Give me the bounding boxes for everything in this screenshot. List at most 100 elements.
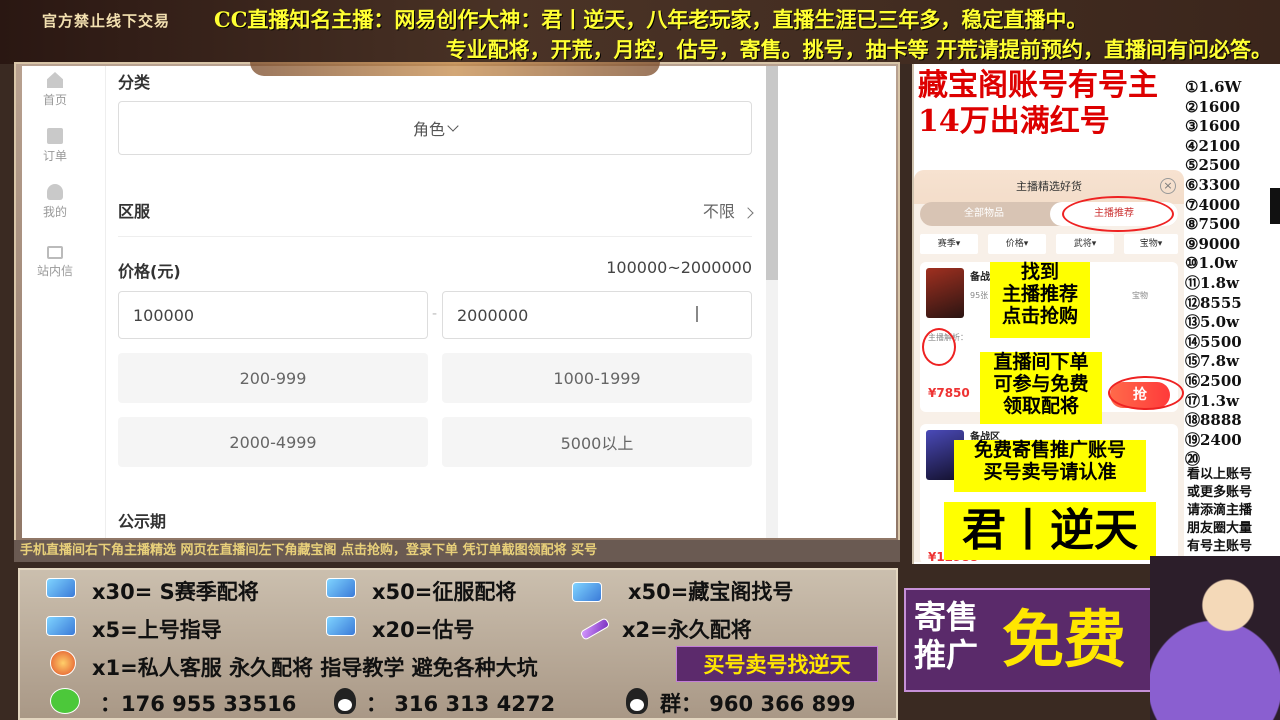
price-item: ⑤2500 bbox=[1185, 156, 1241, 175]
gem-icon bbox=[326, 578, 356, 598]
filter-general[interactable]: 武将▾ bbox=[1056, 234, 1114, 254]
warning-text: 官方禁止线下交易 bbox=[42, 12, 171, 30]
qq-group-icon bbox=[626, 688, 648, 714]
note-line: 看以上账号 bbox=[1187, 467, 1253, 482]
reward-estimate: x20=估号 bbox=[372, 618, 475, 642]
sidebar-item-label: 站内信 bbox=[36, 264, 73, 278]
price-item: ②1600 bbox=[1185, 97, 1241, 116]
sidebar-item-me[interactable]: 我的 bbox=[22, 184, 88, 220]
highlight-ring bbox=[1108, 376, 1184, 410]
server-title: 区服 bbox=[118, 202, 151, 221]
product-sub: 95张 bbox=[970, 291, 989, 300]
price-item: ⑫8555 bbox=[1185, 293, 1242, 312]
reward-s-season: x30= S赛季配将 bbox=[92, 580, 259, 604]
find-pick-overlay: 找到 主播推荐 点击抢购 bbox=[990, 261, 1090, 338]
price-min-input[interactable]: 100000 bbox=[118, 291, 428, 339]
streamer-avatar bbox=[1150, 556, 1280, 720]
filter-price[interactable]: 价格▾ bbox=[988, 234, 1046, 254]
home-icon bbox=[47, 72, 63, 88]
reward-conquer: x50=征服配将 bbox=[372, 580, 517, 604]
price-item: ⑭5500 bbox=[1185, 332, 1242, 351]
banner-line-1: CC直播知名主播：网易创作大神：君丨逆天，八年老玩家，直播生涯已三年多，稳定直播… bbox=[214, 7, 1088, 32]
notice-period-title: 公示期 bbox=[118, 512, 167, 531]
price-item: ⑩1.0w bbox=[1185, 254, 1238, 273]
price-range-display: 100000~2000000 bbox=[606, 258, 752, 277]
qq-number: ： 316 313 4272 bbox=[366, 692, 556, 716]
price-item: ⑨9000 bbox=[1185, 234, 1241, 253]
price-item: ③1600 bbox=[1185, 117, 1241, 136]
category-select[interactable]: 角色 bbox=[118, 101, 752, 155]
bottom-info-panel: x30= S赛季配将 x50=征服配将 x50=藏宝阁找号 x5=上号指导 x2… bbox=[18, 568, 898, 720]
product-extra: 宝物 bbox=[1132, 291, 1148, 300]
server-value: 不限 bbox=[702, 202, 735, 221]
account-price-list: ①1.6W ②1600 ③1600 ④2100 ⑤2500 ⑥3300 ⑦4000 ⑧7500… bbox=[1185, 78, 1280, 470]
highlight-ring bbox=[1062, 196, 1174, 232]
price-item: ⑥3300 bbox=[1185, 175, 1241, 194]
product-title: 备战 bbox=[970, 272, 990, 283]
filter-panel: 分类 角色 区服 不限 价格(元) 100000~2000000 100000 … bbox=[118, 66, 754, 538]
price-item: ⑱8888 bbox=[1185, 411, 1242, 430]
reward-private-service: x1=私人客服 永久配将 指导教学 避免各种大坑 bbox=[92, 656, 538, 680]
sidebar-item-messages[interactable]: 站内信 bbox=[22, 246, 88, 279]
server-select[interactable]: 不限 bbox=[702, 198, 754, 222]
price-item: ④2100 bbox=[1185, 136, 1241, 155]
gem-icon bbox=[326, 616, 356, 636]
price-item: ⑧7500 bbox=[1185, 215, 1241, 234]
text-cursor-icon bbox=[696, 306, 698, 322]
product-price: ¥7850 bbox=[928, 386, 970, 400]
close-icon[interactable]: × bbox=[1160, 178, 1176, 194]
note-line: 有号主账号 bbox=[1187, 539, 1253, 554]
range-dash: - bbox=[432, 306, 438, 322]
reward-login-guide: x5=上号指导 bbox=[92, 618, 222, 642]
banner-line-2: 专业配将，开荒，月控，估号，寄售。挑号，抽卡等 开荒请提前预约，直播间有问必答。 bbox=[445, 37, 1272, 62]
right-title-line-1: 藏宝阁账号有号主 bbox=[918, 68, 1158, 103]
price-item: ⑮7.8w bbox=[1185, 352, 1240, 371]
order-overlay: 直播间下单 可参与免费 领取配将 bbox=[980, 351, 1102, 424]
price-chip-1000-1999[interactable]: 1000-1999 bbox=[442, 353, 752, 403]
price-chip-5000-plus[interactable]: 5000以上 bbox=[442, 417, 752, 467]
mail-icon bbox=[47, 246, 63, 259]
price-item: ⑯2500 bbox=[1185, 371, 1242, 390]
sidebar: 首页 订单 我的 站内信 bbox=[22, 66, 106, 538]
price-item: ⑪1.8w bbox=[1185, 273, 1240, 292]
sidebar-item-home[interactable]: 首页 bbox=[22, 72, 88, 108]
order-icon bbox=[47, 128, 63, 144]
highlight-ring bbox=[922, 328, 956, 366]
promo-big-text: 免费 bbox=[1002, 603, 1127, 676]
price-max-input[interactable]: 2000000 bbox=[442, 291, 752, 339]
buy-sell-tag: 买号卖号找逆天 bbox=[676, 646, 878, 682]
chevron-right-icon bbox=[742, 207, 754, 219]
tab-all-items[interactable]: 全部物品 bbox=[920, 202, 1048, 226]
scrollbar-thumb[interactable] bbox=[766, 66, 778, 280]
gem-icon bbox=[572, 582, 602, 602]
chevron-down-icon bbox=[447, 120, 459, 132]
product-image bbox=[926, 268, 964, 318]
right-title-line-2: 14万出满红号 bbox=[918, 104, 1110, 139]
note-line: 请添滴主播 bbox=[1187, 503, 1253, 518]
free-consign-overlay: 免费寄售推广账号 买号卖号请认准 bbox=[954, 439, 1146, 492]
crystal-icon bbox=[579, 617, 611, 641]
orb-icon bbox=[50, 650, 76, 676]
sidebar-item-label: 我的 bbox=[42, 205, 67, 219]
gem-icon bbox=[46, 616, 76, 636]
price-chip-2000-4999[interactable]: 2000-4999 bbox=[118, 417, 428, 467]
filter-season[interactable]: 赛季▾ bbox=[920, 234, 978, 254]
price-chip-200-999[interactable]: 200-999 bbox=[118, 353, 428, 403]
scrollbar[interactable] bbox=[766, 66, 778, 538]
reward-find-account: x50=藏宝阁找号 bbox=[628, 580, 794, 604]
wechat-icon bbox=[50, 688, 80, 714]
scrolling-ticker: 手机直播间右下角主播精选 网页在直播间左下角藏宝阁 点击抢购，登录下单 凭订单截… bbox=[14, 540, 900, 562]
sidebar-item-orders[interactable]: 订单 bbox=[22, 128, 88, 164]
right-title: 藏宝阁账号有号主 14万出满红号 bbox=[918, 68, 1158, 140]
divider bbox=[118, 236, 752, 237]
category-value: 角色 bbox=[412, 120, 445, 139]
price-item: ⑲2400 bbox=[1185, 430, 1242, 449]
frame-ornament bbox=[250, 62, 660, 76]
filter-treasure[interactable]: 宝物▾ bbox=[1124, 234, 1178, 254]
sidebar-item-label: 首页 bbox=[42, 93, 67, 107]
price-item: ⑦4000 bbox=[1185, 195, 1241, 214]
price-item: ⑬5.0w bbox=[1185, 313, 1240, 332]
wechat-number: ：176 955 33516 bbox=[100, 692, 297, 716]
price-title: 价格(元) bbox=[118, 262, 181, 281]
top-banner: 官方禁止线下交易 CC直播知名主播：网易创作大神：君丨逆天，八年老玩家，直播生涯… bbox=[0, 0, 1280, 64]
